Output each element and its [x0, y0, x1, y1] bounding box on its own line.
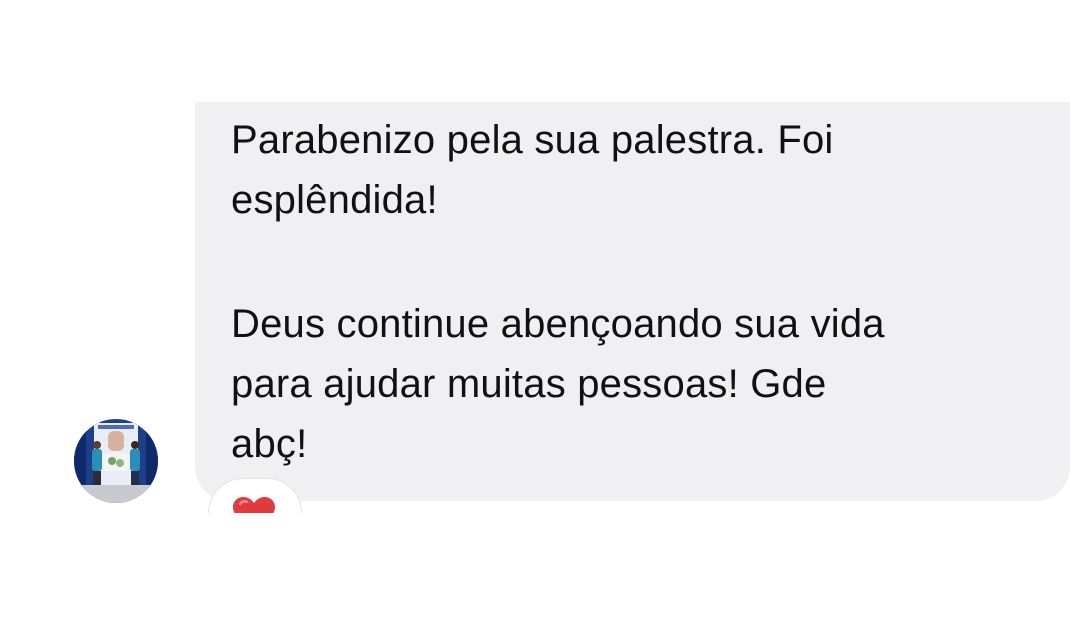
sender-avatar[interactable] — [74, 419, 158, 503]
message-text-paragraph-1: Parabenizo pela sua palestra. Foi esplên… — [231, 118, 834, 222]
heart-icon — [233, 497, 275, 513]
message-text-paragraph-2: Deus continue abençoando sua vida para a… — [231, 302, 885, 466]
avatar-photo — [74, 419, 158, 503]
message-bubble[interactable]: Parabenizo pela sua palestra. Foi esplên… — [195, 102, 1070, 501]
